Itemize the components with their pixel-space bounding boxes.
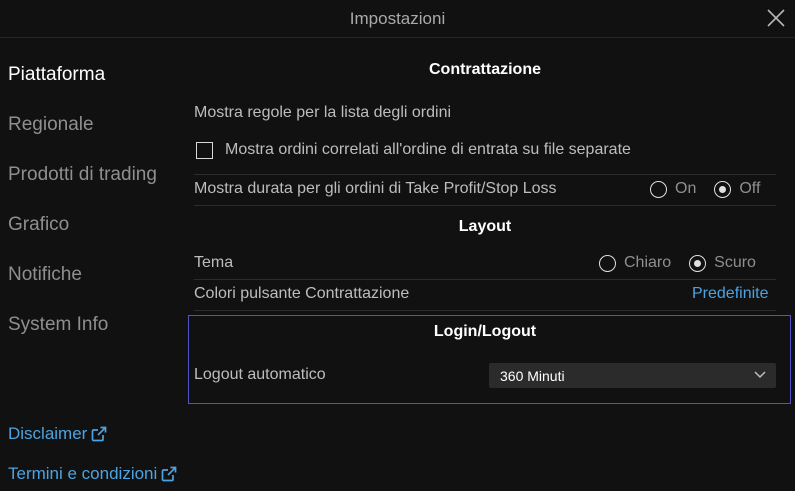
external-link-icon	[91, 426, 107, 442]
theme-dark-radio[interactable]: Scuro	[689, 254, 756, 272]
radio-unchecked-icon	[599, 254, 616, 272]
section-title-login-logout: Login/Logout	[433, 323, 537, 340]
related-orders-label: Mostra ordini correlati all'ordine di en…	[225, 141, 631, 158]
theme-radio-group: Chiaro Scuro	[599, 254, 756, 272]
divider	[194, 205, 776, 206]
duration-radio-group: On Off	[650, 180, 760, 198]
button-colors-label: Colori pulsante Contrattazione	[194, 285, 410, 302]
close-icon	[767, 9, 785, 27]
radio-unchecked-icon	[650, 180, 667, 198]
radio-checked-icon	[689, 254, 707, 272]
duration-label: Mostra durata per gli ordini di Take Pro…	[194, 180, 557, 197]
theme-dark-label: Scuro	[714, 254, 756, 271]
title-bar: Impostazioni	[0, 0, 795, 38]
duration-on-radio[interactable]: On	[650, 180, 696, 198]
button-colors-default-link[interactable]: Predefinite	[692, 285, 769, 303]
terms-label: Termini e condizioni	[8, 464, 158, 483]
divider	[194, 310, 776, 311]
chevron-down-icon	[754, 371, 766, 379]
theme-light-radio[interactable]: Chiaro	[599, 254, 671, 272]
auto-logout-label: Logout automatico	[194, 366, 326, 383]
auto-logout-value: 360 Minuti	[500, 368, 565, 384]
sidebar-item-notifiche[interactable]: Notifiche	[8, 264, 82, 286]
window-title: Impostazioni	[349, 9, 446, 28]
disclaimer-link[interactable]: Disclaimer	[8, 424, 107, 444]
sidebar-item-system-info[interactable]: System Info	[8, 314, 108, 336]
section-title-layout: Layout	[458, 218, 512, 235]
sidebar-item-prodotti-di-trading[interactable]: Prodotti di trading	[8, 164, 157, 186]
sidebar-item-piattaforma[interactable]: Piattaforma	[8, 64, 105, 86]
close-button[interactable]	[764, 6, 788, 30]
radio-checked-icon	[714, 180, 732, 198]
divider	[194, 279, 776, 280]
external-link-icon	[161, 466, 177, 482]
auto-logout-select[interactable]: 360 Minuti	[489, 363, 776, 388]
duration-off-radio[interactable]: Off	[714, 180, 760, 198]
divider	[194, 174, 776, 175]
terms-link[interactable]: Termini e condizioni	[8, 464, 177, 484]
disclaimer-label: Disclaimer	[8, 424, 88, 443]
section-title-contrattazione: Contrattazione	[429, 61, 541, 78]
theme-light-label: Chiaro	[624, 254, 672, 271]
related-orders-checkbox[interactable]	[196, 142, 213, 159]
duration-on-label: On	[675, 180, 697, 197]
duration-off-label: Off	[739, 180, 761, 197]
sidebar-item-grafico[interactable]: Grafico	[8, 214, 69, 236]
theme-label: Tema	[194, 254, 234, 271]
settings-sidebar: Piattaforma Regionale Prodotti di tradin…	[0, 38, 180, 491]
rules-label: Mostra regole per la lista degli ordini	[194, 104, 452, 121]
sidebar-item-regionale[interactable]: Regionale	[8, 114, 94, 136]
